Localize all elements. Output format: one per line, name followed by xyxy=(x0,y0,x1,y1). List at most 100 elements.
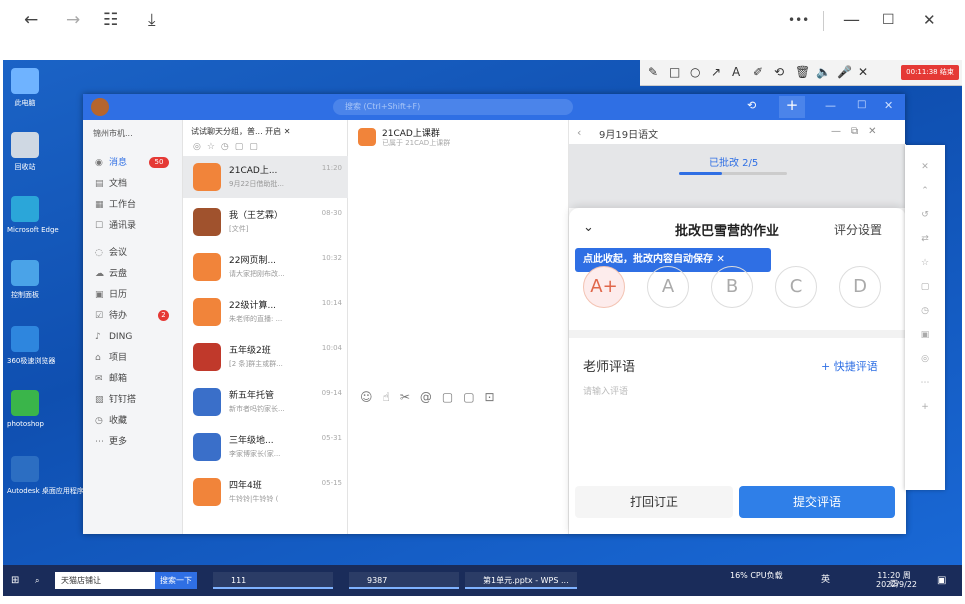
org-name[interactable]: 锦州市机... xyxy=(93,128,133,139)
sidebar-item[interactable]: ◌ 会议 xyxy=(95,244,179,262)
download-icon[interactable]: ⤓ xyxy=(148,10,156,30)
taskbar-search-input[interactable]: 天猫店铺让 xyxy=(55,572,155,589)
sidebar-item[interactable]: ▣ 日历 xyxy=(95,286,179,304)
search-icon[interactable]: ⌕ xyxy=(35,572,39,589)
chat-list-item[interactable]: 四年4班 牛铃铃|牛铃铃 (05-15 xyxy=(183,471,348,513)
chat-list-item[interactable]: 新五年托管 新市者吗钓家长... 09-14 xyxy=(183,381,348,423)
comment-input[interactable]: 请输入评语 xyxy=(583,384,628,397)
taskbar-app-button[interactable]: 9387 xyxy=(349,572,459,589)
history-icon[interactable]: ⟲ xyxy=(747,99,756,112)
chat-avatar xyxy=(193,253,221,281)
taskbar-app-button[interactable]: 第1单元.pptx - WPS ... xyxy=(465,572,577,589)
submit-comment-button[interactable]: 提交评语 xyxy=(739,486,895,518)
annotation-tool-icon[interactable]: 🗑 xyxy=(795,65,810,79)
sidebar-item[interactable]: ✉ 邮箱 xyxy=(95,370,179,388)
sidebar-item[interactable]: ▤ 文档 xyxy=(95,175,179,193)
annotation-tool-icon[interactable]: ✕ xyxy=(858,65,868,79)
grade-option[interactable]: D xyxy=(839,266,881,308)
app-icon xyxy=(11,196,39,222)
minimize-icon[interactable]: — xyxy=(843,10,860,30)
comment-label: 老师评语 xyxy=(583,360,636,375)
annotation-tool-icon[interactable]: ↗ xyxy=(711,65,721,79)
chat-list-item[interactable]: 三年级地... 李家博家长(家... 05-31 xyxy=(183,426,348,468)
sidebar-item-label: 文档 xyxy=(109,179,128,189)
sidebar-item-label: DING xyxy=(109,332,133,342)
sidebar-item[interactable]: ☑ 待办 2 xyxy=(95,307,179,325)
desktop-icon[interactable]: Microsoft Edge xyxy=(7,196,59,234)
grade-option[interactable]: A xyxy=(647,266,689,308)
grade-option[interactable]: C xyxy=(775,266,817,308)
sidebar-item-label: 项目 xyxy=(109,353,128,363)
grade-option[interactable]: A+ xyxy=(583,266,625,308)
side-tools[interactable]: ✕ ⌃ ↺ ⇄ ☆ ▢ ◷ ▣ ◎ ⋯ + xyxy=(912,155,938,419)
annotation-tool-icon[interactable]: ✎ xyxy=(648,65,658,79)
annotation-tool-icon[interactable]: ⟲ xyxy=(774,65,784,79)
annotation-tool-icon[interactable]: ○ xyxy=(690,65,700,79)
taskbar-search-button[interactable]: 搜索一下 xyxy=(155,572,197,589)
close-icon[interactable]: ✕ xyxy=(923,10,936,30)
sidebar-item[interactable]: ▧ 钉钉搭 xyxy=(95,391,179,409)
clock-date[interactable]: 2022/9/22 xyxy=(876,581,917,596)
desktop-icon[interactable]: photoshop xyxy=(7,390,44,428)
list-toolbar[interactable]: ◎☆◷▢▢ xyxy=(193,142,264,152)
desktop-icon-label: 回收站 xyxy=(14,163,36,171)
chat-list-item[interactable]: 22网页制... 请大家把刚布改... 10:32 xyxy=(183,246,348,288)
chat-avatar xyxy=(193,433,221,461)
search-input[interactable]: 搜索 (Ctrl+Shift+F) xyxy=(333,99,573,115)
maximize-icon[interactable]: ☐ xyxy=(882,10,895,30)
sidebar-item[interactable]: ♪ DING xyxy=(95,328,179,346)
notification-icon[interactable]: ▣ xyxy=(937,572,946,589)
close-icon[interactable]: ✕ xyxy=(884,99,893,112)
forward-icon[interactable]: → xyxy=(66,10,80,30)
window-controls[interactable]: —⧉✕ xyxy=(831,126,887,137)
progress-fill xyxy=(679,172,723,175)
desktop-screenshot: 此电脑回收站 Microsoft Edge 控制面板 360极速浏览器 photosho… xyxy=(3,60,962,596)
annotation-tool-icon[interactable]: □ xyxy=(669,65,680,79)
record-stop-button[interactable]: 00:11:38 结束 xyxy=(901,65,959,80)
desktop-icon[interactable]: Autodesk 桌面应用程序 xyxy=(7,456,84,496)
quick-comment-button[interactable]: + 快捷评语 xyxy=(821,358,878,374)
chat-list-item[interactable]: 五年级2班 [2 条]群主或群... 10:04 xyxy=(183,336,348,378)
annotation-tool-icon[interactable]: 🎤 xyxy=(837,65,852,79)
desktop-icon[interactable]: 回收站 xyxy=(7,132,43,172)
ime-indicator[interactable]: 英 xyxy=(821,572,830,589)
sidebar-item-label: 收藏 xyxy=(109,416,128,426)
return-correction-button[interactable]: 打回订正 xyxy=(575,486,733,518)
chat-list-item[interactable]: 22级计算... 朱老师的直播: ... 10:14 xyxy=(183,291,348,333)
annotation-tool-icon[interactable]: 🔈 xyxy=(816,65,831,79)
taskbar-app-button[interactable]: 111 xyxy=(213,572,333,589)
sidebar-item[interactable]: ⌂ 项目 xyxy=(95,349,179,367)
sidebar-item-label: 通讯录 xyxy=(109,221,137,231)
grid-icon[interactable]: ☷ xyxy=(103,10,118,30)
annotation-tool-icon[interactable]: ✐ xyxy=(753,65,763,79)
app-icon xyxy=(11,390,39,416)
chat-preview: [2 条]群主或群... xyxy=(229,360,283,368)
sidebar-item[interactable]: ▦ 工作台 xyxy=(95,196,179,214)
group-tip[interactable]: 试试聊天分组，普... 开启 ✕ xyxy=(191,126,290,137)
grade-option[interactable]: B xyxy=(711,266,753,308)
windows-start-icon[interactable]: ⊞ xyxy=(11,572,19,589)
chevron-down-icon[interactable]: ⌄ xyxy=(583,220,594,235)
dingtalk-titlebar: 搜索 (Ctrl+Shift+F) ⟲ + — □ ✕ xyxy=(83,94,905,120)
sidebar-item[interactable]: ⋯ 更多 xyxy=(95,433,179,451)
add-button[interactable]: + xyxy=(779,96,805,118)
sidebar-item[interactable]: ◷ 收藏 xyxy=(95,412,179,430)
chat-preview: 朱老师的直播: ... xyxy=(229,315,283,323)
score-settings-button[interactable]: 评分设置 xyxy=(834,221,882,238)
desktop-icon[interactable]: 控制面板 xyxy=(7,260,43,300)
back-icon[interactable]: ← xyxy=(24,10,38,30)
sidebar-item[interactable]: ◉ 消息 50 xyxy=(95,154,179,172)
message-toolbar[interactable]: ☺☝✂@▢▢⊡ xyxy=(360,390,505,404)
back-icon[interactable]: ‹ xyxy=(577,126,581,139)
chat-list-item[interactable]: 我（王艺霖） [文件] 08-30 xyxy=(183,201,348,243)
avatar[interactable] xyxy=(91,98,109,116)
maximize-icon[interactable]: □ xyxy=(857,99,866,110)
chat-list-item[interactable]: 21CAD上... 9月22日借助批... 11:20 xyxy=(183,156,348,198)
desktop-icon[interactable]: 此电脑 xyxy=(7,68,43,108)
sidebar-item[interactable]: ☐ 通讯录 xyxy=(95,217,179,235)
annotation-tool-icon[interactable]: A xyxy=(732,65,740,79)
sidebar-item[interactable]: ☁ 云盘 xyxy=(95,265,179,283)
more-icon[interactable]: ••• xyxy=(788,10,809,30)
desktop-icon[interactable]: 360极速浏览器 xyxy=(7,326,55,366)
minimize-icon[interactable]: — xyxy=(825,99,836,112)
